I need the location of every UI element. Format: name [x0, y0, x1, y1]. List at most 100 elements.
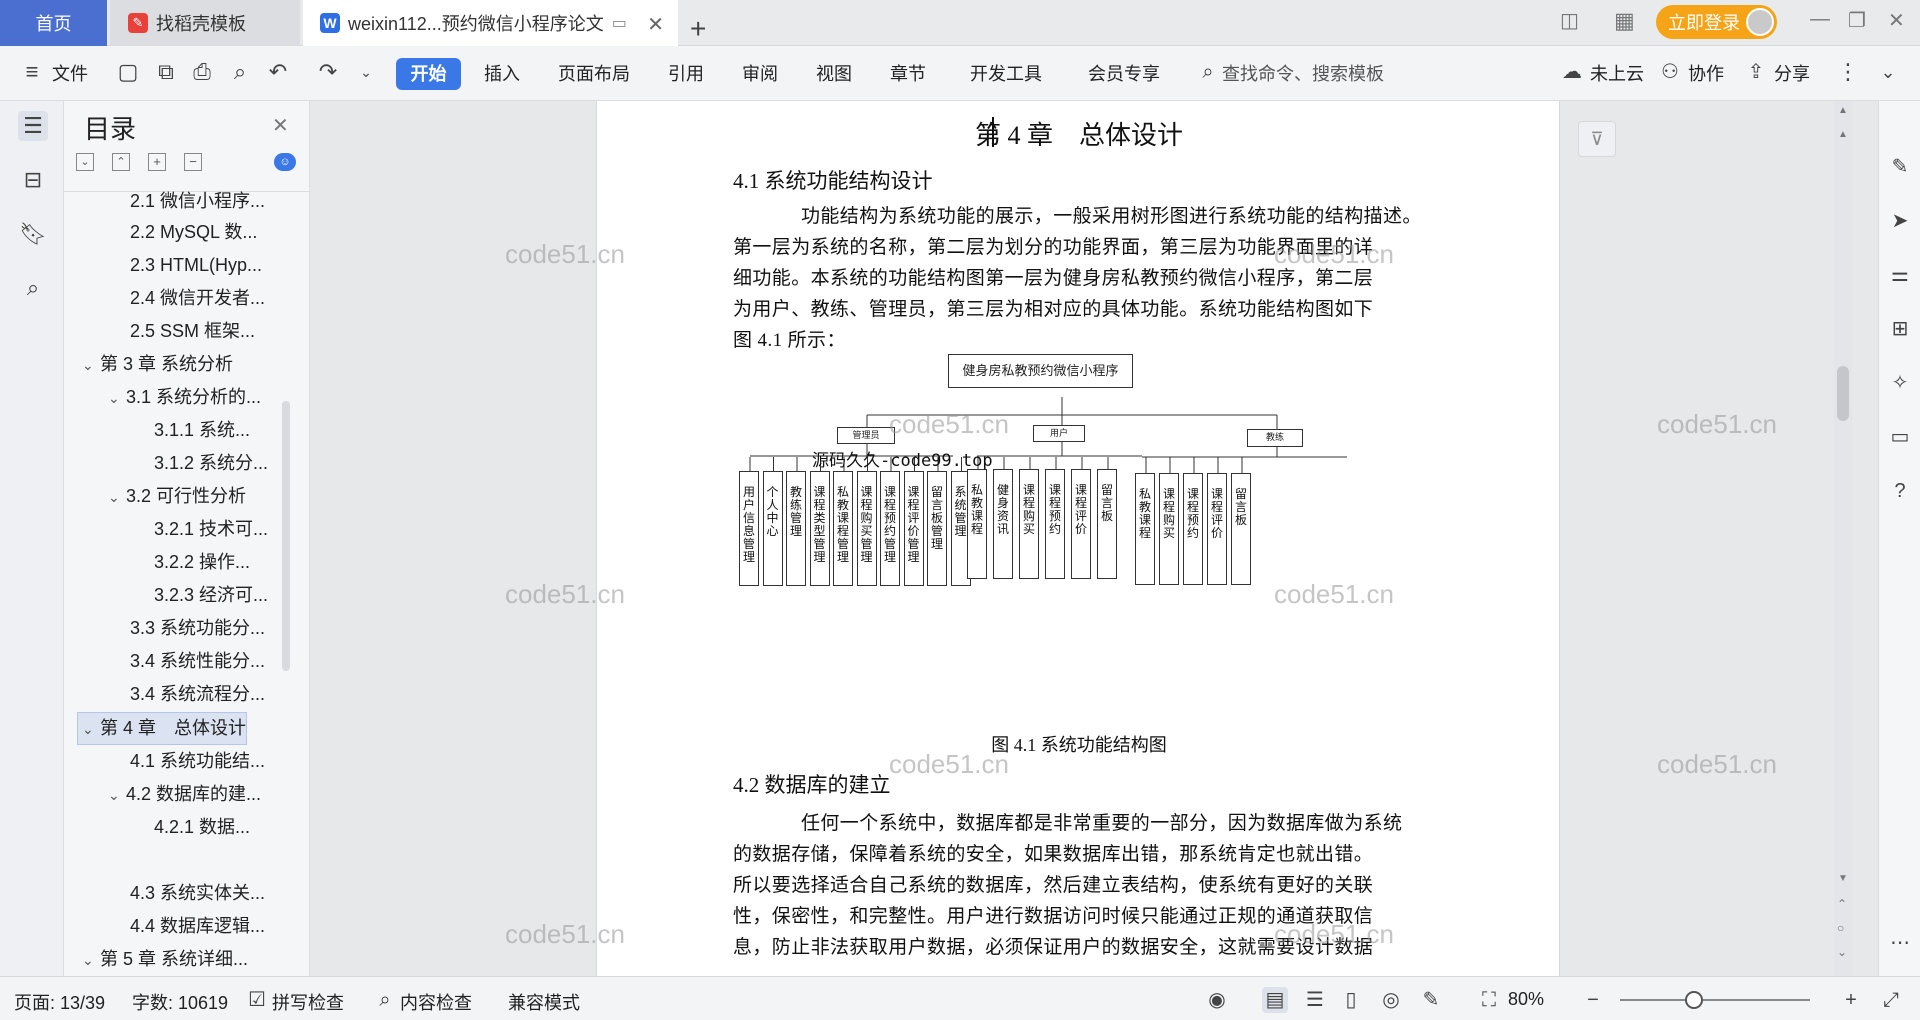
reading-icon[interactable]: ▭	[1886, 423, 1914, 451]
spellcheck-button[interactable]: 拼写检查	[272, 989, 344, 1015]
ribbon-tab-review[interactable]: 审阅	[742, 60, 778, 86]
toc-item-active[interactable]: ⌄ 第 4 章 总体设计	[82, 714, 272, 742]
fullscreen-icon[interactable]: ⤢	[1878, 987, 1904, 1013]
zoom-slider-thumb[interactable]	[1684, 991, 1703, 1009]
toc-item[interactable]: 2.2 MySQL 数...	[130, 218, 280, 246]
minimize-icon[interactable]: —	[1810, 8, 1830, 31]
toc-item[interactable]: 2.5 SSM 框架...	[130, 317, 280, 345]
command-search-input[interactable]: 查找命令、搜索模板	[1222, 60, 1384, 86]
login-button[interactable]: 立即登录	[1656, 5, 1777, 39]
web-view-icon[interactable]: ◎	[1378, 987, 1404, 1013]
edit-view-icon[interactable]: ✎	[1418, 987, 1444, 1013]
toc-item[interactable]: ⌄ 第 5 章 系统详细...	[82, 945, 272, 973]
tab-template[interactable]: ✎ 找稻壳模板	[110, 0, 300, 46]
help-icon[interactable]: ?	[1886, 477, 1914, 505]
fit-page-icon[interactable]: ⛶	[1476, 987, 1502, 1013]
zoom-in-icon[interactable]: +	[1838, 987, 1864, 1013]
toc-item[interactable]: 2.3 HTML(Hyp...	[130, 251, 280, 279]
filter-icon[interactable]: ⊽	[1578, 121, 1616, 157]
page-view-icon[interactable]: ▤	[1262, 987, 1288, 1013]
apps-grid-icon[interactable]: ▦	[1614, 8, 1635, 34]
toc-panel-icon[interactable]: ☰	[18, 111, 48, 141]
outline-view-icon[interactable]: ☰	[1302, 987, 1328, 1013]
translate-icon[interactable]: ⊞	[1886, 315, 1914, 343]
pen-icon[interactable]: ✎	[1886, 153, 1914, 181]
page-count[interactable]: 页面: 13/39	[14, 989, 105, 1015]
doc-scroll-thumb[interactable]	[1837, 366, 1849, 421]
toc-item[interactable]: 2.1 微信小程序...	[130, 187, 280, 215]
chevron-down-icon[interactable]: ⌄	[108, 781, 126, 808]
toc-item[interactable]: 3.4 系统性能分...	[130, 647, 280, 675]
toc-item[interactable]: 2.4 微信开发者...	[130, 284, 280, 312]
scroll-top-icon[interactable]: ▲	[1838, 105, 1848, 116]
word-count[interactable]: 字数: 10619	[132, 989, 228, 1015]
collapse-up-icon[interactable]: ⌃	[112, 153, 130, 171]
restore-icon[interactable]: ❐	[1848, 8, 1866, 33]
close-tab-icon[interactable]: ✕	[647, 12, 664, 37]
toc-item[interactable]: 3.2.2 操作...	[154, 548, 284, 576]
content-check-button[interactable]: 内容检查	[400, 989, 472, 1015]
adjust-icon[interactable]: ⚌	[1886, 261, 1914, 289]
toc-item[interactable]: ⌄ 3.2 可行性分析	[108, 482, 284, 510]
cursor-icon[interactable]: ➤	[1886, 207, 1914, 235]
toc-item[interactable]: 3.2.3 经济可...	[154, 581, 284, 609]
ribbon-tab-devtools[interactable]: 开发工具	[970, 60, 1042, 86]
more-icon[interactable]: ⋯	[1886, 929, 1914, 957]
expand-down-icon[interactable]: ⌄	[76, 153, 94, 171]
doc-scrollbar[interactable]: ▲ ▲ ▼ ⌃ ○ ⌄	[1834, 101, 1852, 976]
document-page[interactable]: 第 4 章 总体设计 4.1 系统功能结构设计 功能结构为系统功能的展示，一般采…	[596, 101, 1560, 976]
toc-item[interactable]: 3.1.2 系统分...	[154, 449, 284, 477]
chevron-down-icon[interactable]: ⌄	[108, 384, 126, 411]
ribbon-tab-reference[interactable]: 引用	[668, 60, 704, 86]
chevron-down-icon[interactable]: ⌄	[82, 715, 100, 742]
remove-heading-icon[interactable]: −	[184, 153, 202, 171]
scroll-up-icon[interactable]: ▲	[1838, 129, 1848, 140]
chevron-down-icon[interactable]: ⌄	[82, 351, 100, 378]
more-options-icon[interactable]: ⋮	[1836, 60, 1860, 84]
toc-item[interactable]: 3.2.1 技术可...	[154, 515, 284, 543]
toc-item[interactable]: ⌄ 3.1 系统分析的...	[108, 383, 284, 411]
cloud-status-button[interactable]: 未上云	[1590, 60, 1644, 86]
toc-item[interactable]: 4.1 系统功能结...	[130, 747, 280, 775]
share-button[interactable]: 分享	[1774, 60, 1810, 86]
ribbon-tab-start[interactable]: 开始	[396, 58, 461, 90]
menu-icon[interactable]: ≡	[20, 60, 44, 84]
collab-button[interactable]: 协作	[1688, 60, 1724, 86]
prev-page-icon[interactable]: ⌃	[1837, 897, 1847, 911]
eye-protect-icon[interactable]: ◉	[1204, 987, 1230, 1013]
zoom-slider[interactable]	[1620, 991, 1810, 1009]
save-icon[interactable]: ▢	[116, 60, 140, 84]
ribbon-tab-insert[interactable]: 插入	[484, 60, 520, 86]
zoom-level[interactable]: 80%	[1508, 989, 1544, 1010]
toc-item[interactable]: 3.4 系统流程分...	[130, 680, 280, 708]
toc-item[interactable]: ⌄ 第 3 章 系统分析	[82, 350, 272, 378]
file-menu[interactable]: 文件	[52, 60, 88, 86]
bookmark-icon[interactable]: 🔖︎	[18, 219, 48, 249]
undo-icon[interactable]: ↶	[266, 60, 290, 84]
toc-item[interactable]: 3.3 系统功能分...	[130, 614, 280, 642]
collapse-ribbon-icon[interactable]: ⌄	[1876, 60, 1900, 84]
ribbon-tab-layout[interactable]: 页面布局	[558, 60, 630, 86]
close-toc-icon[interactable]: ✕	[272, 113, 289, 138]
navigation-icon[interactable]: ⊟	[18, 165, 48, 195]
layout-icon[interactable]: ◫	[1560, 8, 1579, 33]
chevron-down-icon[interactable]: ⌄	[108, 483, 126, 510]
print-icon[interactable]: ⎙	[190, 60, 214, 84]
tab-home[interactable]: 首页	[0, 0, 107, 46]
zoom-out-icon[interactable]: −	[1580, 987, 1606, 1013]
ribbon-tab-chapter[interactable]: 章节	[890, 60, 926, 86]
redo-icon[interactable]: ↷	[316, 60, 340, 84]
print-preview-icon[interactable]: ⌕	[228, 60, 252, 84]
toc-item[interactable]: ⌄ 4.2 数据库的建...	[108, 780, 284, 808]
toc-item[interactable]: 4.3 系统实体关...	[130, 879, 280, 907]
export-icon[interactable]: ⧉	[154, 60, 178, 84]
ribbon-tab-view[interactable]: 视图	[816, 60, 852, 86]
ai-assist-icon[interactable]: ☺	[274, 153, 296, 171]
ai-icon[interactable]: ✧	[1886, 369, 1914, 397]
add-heading-icon[interactable]: +	[148, 153, 166, 171]
close-window-icon[interactable]: ✕	[1888, 8, 1905, 33]
toc-item[interactable]: 4.2.1 数据...	[154, 813, 284, 841]
chevron-down-icon[interactable]: ⌄	[82, 946, 100, 973]
find-icon[interactable]: ⌕	[18, 273, 48, 303]
tab-document[interactable]: W weixin112...预约微信小程序论文 ▭ ✕	[303, 0, 678, 46]
